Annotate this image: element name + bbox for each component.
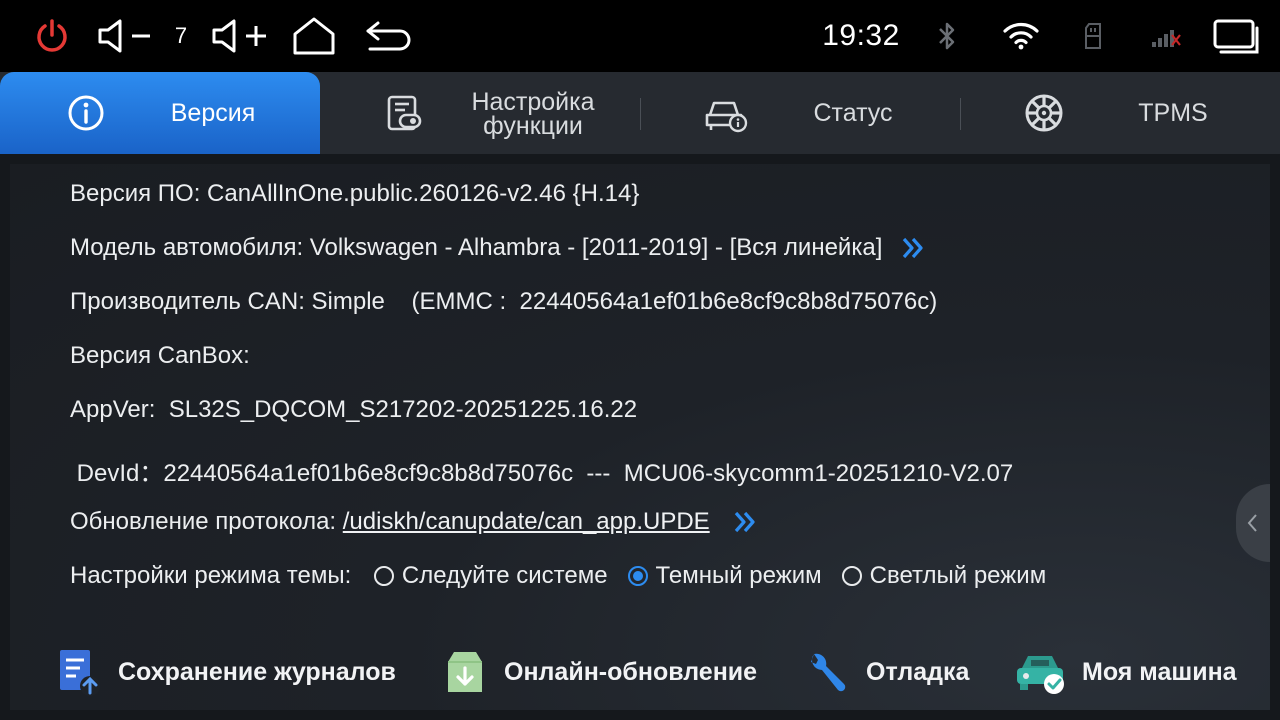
save-logs-label: Сохранение журналов [118,657,396,686]
volume-down-button[interactable] [96,0,154,72]
app-ver-text: AppVer: SL32S_DQCOM_S217202-20251225.16.… [70,396,638,423]
volume-level: 7 [174,23,188,48]
can-manufacturer-row: Производитель CAN: Simple (EMMC : 224405… [70,288,937,316]
my-car-label: Моя машина [1082,657,1237,686]
my-car-icon [1017,656,1064,694]
clock: 19:32 [822,19,900,52]
save-logs-icon [60,650,100,696]
home-button[interactable] [290,0,338,72]
back-icon [366,21,411,51]
theme-mode-row: Настройки режима темы: Следуйте системе … [70,562,1046,590]
tab-tpms-label: TPMS [1138,99,1208,127]
canbox-version-row: Версия CanBox: [70,342,250,370]
version-info-panel: Версия ПО: CanAllInOne.public.260126-v2.… [10,164,1270,710]
tab-function-settings-label: Настройка функции [448,90,618,140]
dev-id-row: DevId：22440564a1ef01b6e8cf9c8b8d75076c -… [70,453,1014,488]
theme-light-label: Светлый режим [869,562,1047,589]
status-bar: 7 19:32 [0,0,1280,72]
wifi-icon [1000,0,1042,72]
dev-id-text: DevId：22440564a1ef01b6e8cf9c8b8d75076c -… [70,460,1014,487]
protocol-update-path-link[interactable]: /udiskh/canupdate/can_app.UPDE [343,508,710,536]
software-version-text: Версия ПО: CanAllInOne.public.260126-v2.… [70,180,640,207]
online-update-icon [448,652,482,692]
recent-apps-icon [1213,19,1259,54]
online-update-label: Онлайн-обновление [504,657,758,686]
tab-function-settings[interactable]: Настройка функции [320,72,640,154]
side-panel-handle[interactable] [1236,484,1270,562]
theme-follow-system-radio[interactable]: Следуйте системе [373,562,608,590]
radio-checked-icon [627,566,648,586]
debug-label: Отладка [866,657,970,686]
tab-status[interactable]: Статус [640,72,960,154]
theme-light-radio[interactable]: Светлый режим [841,562,1047,590]
tab-status-label: Статус [813,99,893,127]
bluetooth-icon [932,0,962,72]
online-update-button[interactable]: Онлайн-обновление [442,648,757,696]
car-model-text: Модель автомобиля: Volkswagen - Alhambra… [70,234,883,261]
chevron-left-icon [1247,514,1257,532]
app-ver-row: AppVer: SL32S_DQCOM_S217202-20251225.16.… [70,396,637,424]
radio-unchecked-icon [373,566,394,586]
debug-button[interactable]: Отладка [804,648,969,696]
canbox-version-text: Версия CanBox: [70,342,250,369]
wrench-icon [811,653,846,692]
tab-version-label: Версия [170,99,256,127]
tab-version[interactable]: Версия [0,72,320,154]
double-chevron-right-icon[interactable] [900,235,926,261]
theme-mode-radio-group: Следуйте системе Темный режим Светлый ре… [358,562,1046,590]
tab-tpms[interactable]: TPMS [960,72,1280,154]
back-button[interactable] [364,0,414,72]
power-icon [37,19,67,52]
function-settings-icon [387,95,422,131]
software-version-row: Версия ПО: CanAllInOne.public.260126-v2.… [70,180,639,208]
cellular-signal-icon [1148,0,1184,72]
volume-down-icon [98,19,150,53]
sd-card-icon [1080,0,1106,72]
double-chevron-right-icon[interactable] [732,509,758,535]
radio-unchecked-icon [841,566,862,586]
theme-mode-label: Настройки режима темы: [70,562,358,589]
home-icon [293,17,335,55]
car-status-icon [705,101,748,133]
tab-function-settings-label-line2: функции [483,112,583,140]
theme-dark-label: Темный режим [655,562,822,589]
tire-icon [1025,94,1063,132]
protocol-update-label: Обновление протокола: [70,508,343,535]
save-logs-button[interactable]: Сохранение журналов [56,648,396,696]
can-manufacturer-text: Производитель CAN: Simple (EMMC : 224405… [70,288,938,315]
theme-follow-system-label: Следуйте системе [401,562,608,589]
volume-up-button[interactable] [210,0,270,72]
protocol-update-row: Обновление протокола: /udiskh/canupdate/… [70,508,758,536]
recent-apps-button[interactable] [1208,0,1264,72]
theme-dark-radio[interactable]: Темный режим [627,562,822,590]
my-car-button[interactable]: Моя машина [1014,648,1237,696]
action-bar: Сохранение журналов Онлайн-обновление От… [10,636,1270,708]
volume-up-icon [212,19,266,53]
tab-bar: Версия Настройка функции Статус TPMS [0,72,1280,154]
info-icon [68,95,104,131]
power-button[interactable] [30,0,74,72]
car-model-row[interactable]: Модель автомобиля: Volkswagen - Alhambra… [70,234,926,262]
